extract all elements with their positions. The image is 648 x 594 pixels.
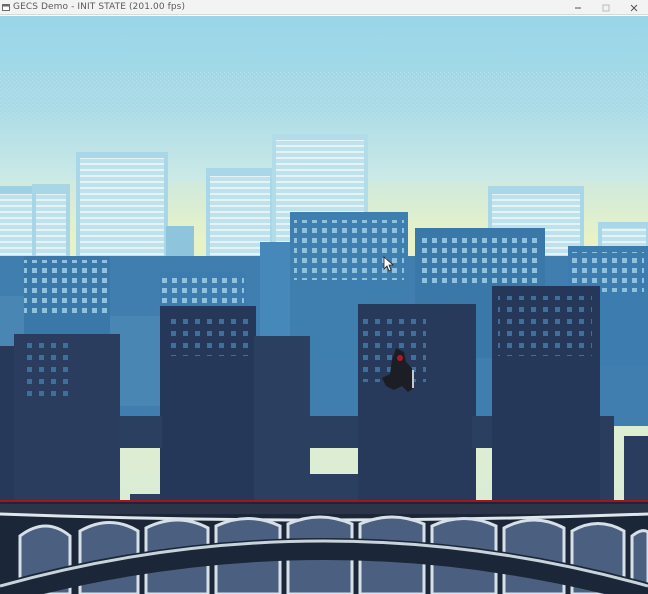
bridge xyxy=(0,502,648,594)
minimize-icon xyxy=(575,7,581,8)
game-window: GECS Demo - INIT STATE (201.00 fps) xyxy=(0,0,648,594)
minimize-button[interactable] xyxy=(564,0,592,15)
close-button[interactable] xyxy=(620,0,648,15)
maximize-icon xyxy=(602,4,610,11)
close-icon xyxy=(630,4,638,11)
title-bar[interactable]: GECS Demo - INIT STATE (201.00 fps) xyxy=(0,0,648,15)
game-canvas[interactable] xyxy=(0,16,648,594)
maximize-button[interactable] xyxy=(592,0,620,15)
horizon-line xyxy=(0,500,648,502)
window-controls xyxy=(564,0,648,15)
game-scene xyxy=(0,16,648,594)
app-icon xyxy=(2,3,10,11)
window-title: GECS Demo - INIT STATE (201.00 fps) xyxy=(13,2,186,12)
